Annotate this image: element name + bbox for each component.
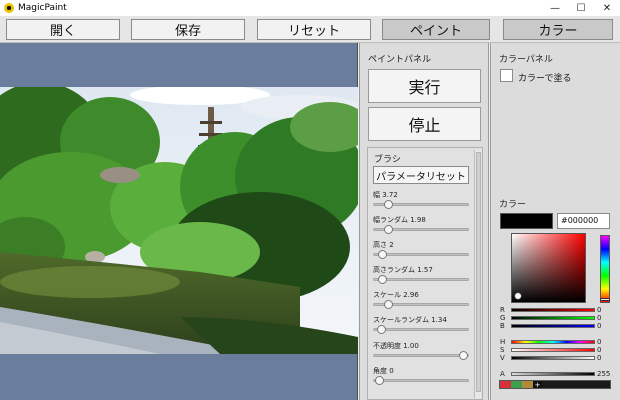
paint-with-color-checkbox[interactable] xyxy=(500,69,513,82)
hue-handle[interactable] xyxy=(600,298,610,301)
slider-track[interactable] xyxy=(373,300,469,309)
channel-label: G xyxy=(500,314,506,322)
current-color-swatch xyxy=(500,213,553,229)
canvas-area[interactable] xyxy=(0,43,358,400)
channel-slider[interactable] xyxy=(511,308,595,312)
minimize-icon[interactable]: — xyxy=(542,0,568,16)
channel-slider[interactable] xyxy=(511,372,595,376)
slider-label: 高さ 2 xyxy=(373,241,394,249)
stop-button[interactable]: 停止 xyxy=(368,107,481,141)
maximize-icon[interactable]: ☐ xyxy=(568,0,594,16)
slider-label: スケールランダム 1.34 xyxy=(373,316,447,324)
slider-label: 幅 3.72 xyxy=(373,191,398,199)
color-panel: カラーパネル カラーで塗る カラー #000000 R 0 G 0 B 0 H 0 S 0 V 0 A 2… xyxy=(490,43,620,400)
channel-value: 255 xyxy=(597,370,611,378)
slider-handle[interactable] xyxy=(383,225,393,234)
slider-handle[interactable] xyxy=(374,376,384,385)
slider-handle[interactable] xyxy=(383,200,393,209)
channel-value: 0 xyxy=(597,306,602,314)
close-icon[interactable]: ✕ xyxy=(594,0,620,16)
color-panel-title: カラーパネル xyxy=(499,55,553,65)
reset-button[interactable]: リセット xyxy=(257,19,371,40)
channel-slider[interactable] xyxy=(511,324,595,328)
channel-value: 0 xyxy=(597,322,602,330)
open-button[interactable]: 開く xyxy=(6,19,120,40)
channel-slider[interactable] xyxy=(511,348,595,352)
slider-track[interactable] xyxy=(373,250,469,259)
slider-track[interactable] xyxy=(373,376,469,385)
slider-label: 高さランダム 1.57 xyxy=(373,266,433,274)
slider-label: 幅ランダム 1.98 xyxy=(373,216,426,224)
toolbar: 開く 保存 リセット ペイント カラー xyxy=(0,16,620,43)
paint-panel-title: ペイントパネル xyxy=(368,55,432,65)
scrollbar-thumb[interactable] xyxy=(476,152,481,392)
channel-slider[interactable] xyxy=(511,316,595,320)
paint-with-color-label: カラーで塗る xyxy=(518,74,572,84)
hue-slider[interactable] xyxy=(600,235,610,303)
channel-value: 0 xyxy=(597,354,602,362)
window-title: MagicPaint xyxy=(18,3,67,13)
slider-handle[interactable] xyxy=(376,325,386,334)
channel-label: V xyxy=(500,354,505,362)
slider-handle[interactable] xyxy=(378,275,388,284)
channel-value: 0 xyxy=(597,346,602,354)
painted-image xyxy=(0,87,358,354)
slider-label: 角度 0 xyxy=(373,367,394,375)
channel-label: R xyxy=(500,306,505,314)
color-presets: + xyxy=(499,380,611,389)
channel-label: S xyxy=(500,346,505,354)
channel-slider[interactable] xyxy=(511,340,595,344)
title-bar: MagicPaint — ☐ ✕ xyxy=(0,0,620,16)
slider-track[interactable] xyxy=(373,200,469,209)
slider-track[interactable] xyxy=(373,325,469,334)
channel-label: A xyxy=(500,370,505,378)
saturation-value-picker[interactable] xyxy=(511,233,586,303)
paint-panel: ペイントパネル 実行 停止 ブラシ パラメータリセット 幅 3.72 幅ランダム … xyxy=(359,43,489,400)
slider-handle[interactable] xyxy=(459,351,469,360)
preset-swatch[interactable] xyxy=(511,381,522,388)
preset-empty xyxy=(542,381,610,388)
app-icon xyxy=(4,3,14,13)
color-tab-button[interactable]: カラー xyxy=(503,19,613,40)
slider-handle[interactable] xyxy=(378,250,388,259)
preset-swatch[interactable] xyxy=(522,381,533,388)
add-preset-icon[interactable]: + xyxy=(533,381,542,389)
brush-title: ブラシ xyxy=(374,155,401,165)
channel-label: H xyxy=(500,338,506,346)
hex-input[interactable]: #000000 xyxy=(557,213,610,229)
channel-value: 0 xyxy=(597,314,602,322)
channel-label: B xyxy=(500,322,505,330)
picker-handle[interactable] xyxy=(514,292,522,300)
slider-track[interactable] xyxy=(373,225,469,234)
slider-label: 不透明度 1.00 xyxy=(373,342,419,350)
preset-swatch[interactable] xyxy=(500,381,511,388)
brush-section: ブラシ パラメータリセット 幅 3.72 幅ランダム 1.98 高さ 2 高さランダム… xyxy=(367,147,483,400)
slider-handle[interactable] xyxy=(383,300,393,309)
slider-label: スケール 2.96 xyxy=(373,291,419,299)
brush-scrollbar[interactable] xyxy=(474,150,481,398)
window-controls: — ☐ ✕ xyxy=(542,0,620,16)
color-label: カラー xyxy=(499,200,527,210)
slider-track[interactable] xyxy=(373,275,469,284)
channel-value: 0 xyxy=(597,338,602,346)
paint-tab-button[interactable]: ペイント xyxy=(382,19,490,40)
run-button[interactable]: 実行 xyxy=(368,69,481,103)
channel-slider[interactable] xyxy=(511,356,595,360)
slider-track[interactable] xyxy=(373,351,469,360)
parameter-reset-button[interactable]: パラメータリセット xyxy=(373,166,469,184)
save-button[interactable]: 保存 xyxy=(131,19,245,40)
